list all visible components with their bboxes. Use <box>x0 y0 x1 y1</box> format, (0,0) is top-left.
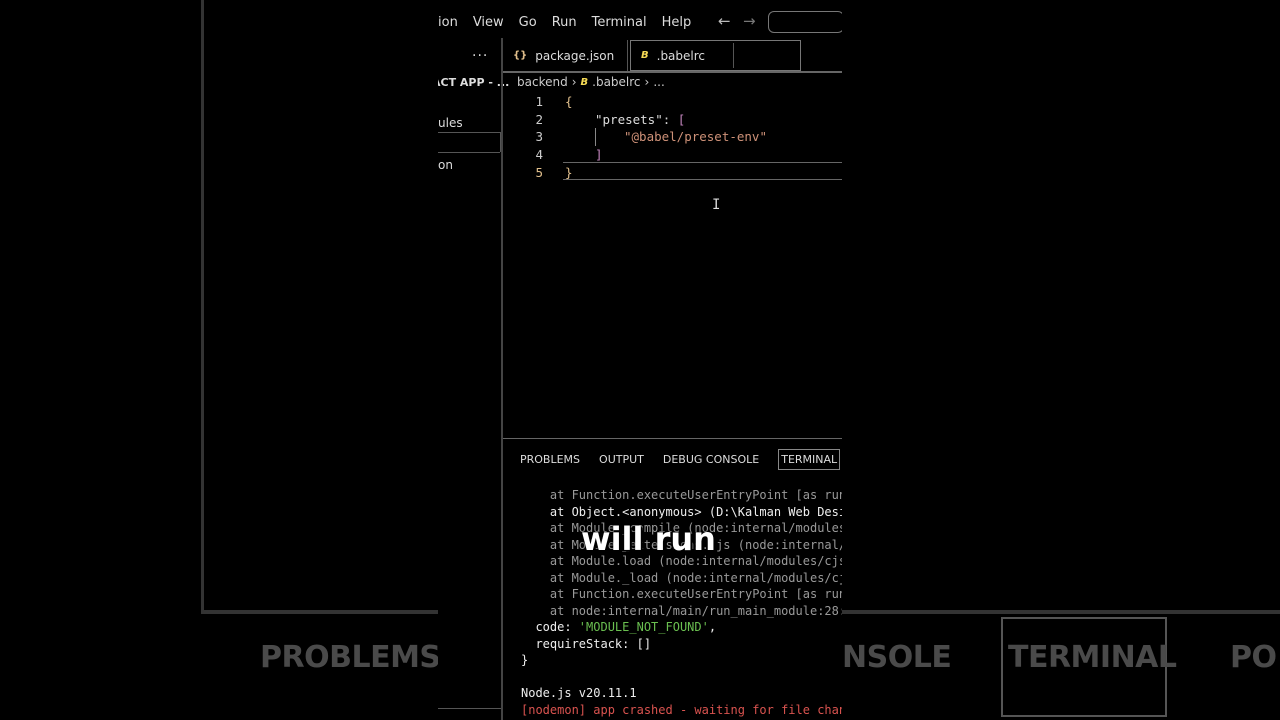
terminal-code-label: code: <box>521 620 579 634</box>
code-line-4: ] <box>595 147 603 162</box>
babel-icon: B <box>641 50 649 61</box>
arrow-right-icon[interactable]: → <box>743 12 756 30</box>
code-line-1: { <box>565 94 573 109</box>
terminal-require-stack: requireStack: [] <box>521 636 652 651</box>
tab-debug-console[interactable]: DEBUG CONSOLE <box>663 453 759 466</box>
tab-package-json[interactable]: {} package.json <box>513 40 614 71</box>
bg-po-label: PO <box>1230 640 1277 675</box>
tab-problems[interactable]: PROBLEMS <box>520 453 580 466</box>
breadcrumb: backend › B .babelrc › ... <box>517 74 669 90</box>
breadcrumb-folder[interactable]: backend <box>517 75 568 89</box>
bg-divider <box>201 0 204 612</box>
line-number: 5 <box>535 165 543 180</box>
panel-tabs: PROBLEMS OUTPUT DEBUG CONSOLE TERMINAL P… <box>520 447 842 471</box>
explorer-item-package-json[interactable]: on <box>438 158 453 172</box>
terminal-close-brace: } <box>521 653 529 667</box>
explorer-sidebar: ··· ACT APP - ... ules on <box>438 44 509 720</box>
terminal-line: at Object.<anonymous> (D:\Kalman Web Des… <box>521 504 842 519</box>
line-number: 3 <box>535 129 543 144</box>
command-center-input[interactable] <box>768 11 842 33</box>
breadcrumb-file[interactable]: .babelrc <box>592 75 640 89</box>
babel-icon: B <box>580 76 589 88</box>
code-editor[interactable]: 1 2 3 4 5 { "presets": [ "@babel/preset-… <box>503 92 842 438</box>
project-title[interactable]: ACT APP - ... <box>438 76 509 89</box>
line-number: 4 <box>535 147 543 162</box>
selection-outline <box>438 152 500 153</box>
tab-label: package.json <box>535 48 615 63</box>
tab-output[interactable]: OUTPUT <box>599 453 644 466</box>
bg-terminal-label: TERMINAL <box>1008 640 1177 675</box>
selection-outline <box>438 132 500 133</box>
text-cursor-icon: I <box>712 197 721 213</box>
json-colon: : <box>662 112 678 127</box>
json-key: "presets" <box>595 112 663 127</box>
editor-tabs: {} package.json B .babelrc ✕ <box>503 40 842 72</box>
code-line-5: } <box>565 165 573 180</box>
tab-babelrc[interactable]: B .babelrc ✕ <box>630 40 801 71</box>
menu-go[interactable]: Go <box>519 15 537 30</box>
explorer-item-node-modules[interactable]: ules <box>438 116 463 130</box>
code-line-3: "@babel/preset-env" <box>624 129 767 144</box>
chevron-right-icon: › <box>571 75 577 89</box>
line-number: 2 <box>535 112 543 127</box>
menu-view[interactable]: View <box>473 15 504 30</box>
breadcrumb-symbols[interactable]: ... <box>653 75 664 89</box>
tab-divider <box>733 43 734 68</box>
sidebar-divider <box>438 708 501 709</box>
tab-label: .babelrc <box>656 48 706 63</box>
current-line-highlight <box>563 162 842 180</box>
tab-terminal[interactable]: TERMINAL <box>778 448 841 470</box>
terminal-code-value: 'MODULE_NOT_FOUND' <box>578 620 709 634</box>
terminal-nodemon-message: [nodemon] app crashed - waiting for file… <box>521 702 842 717</box>
menu-help[interactable]: Help <box>662 15 692 30</box>
vscode-window: ion View Go Run Terminal Help ← → ··· AC… <box>438 0 842 720</box>
line-number: 1 <box>535 94 543 109</box>
tabs-divider <box>503 71 842 73</box>
more-actions-icon[interactable]: ··· <box>472 48 488 64</box>
tab-separator <box>627 40 628 71</box>
terminal-line: at Function.executeUserEntryPoint [as ru… <box>521 488 842 502</box>
menu-selection[interactable]: ion <box>438 15 458 30</box>
indent-guide <box>595 128 596 146</box>
terminal-node-version: Node.js v20.11.1 <box>521 686 637 700</box>
terminal-line: at Module._load (node:internal/modules/c… <box>521 570 842 585</box>
video-caption: will run <box>581 520 716 558</box>
bottom-panel: PROBLEMS OUTPUT DEBUG CONSOLE TERMINAL P… <box>503 438 842 720</box>
bg-divider <box>201 610 441 614</box>
bg-console-label: NSOLE <box>842 640 952 675</box>
json-bracket: [ <box>677 112 686 127</box>
menu-terminal[interactable]: Terminal <box>592 15 647 30</box>
terminal-line: at Function.executeUserEntryPoint [as ru… <box>521 587 842 601</box>
code-line-2: "presets": [ <box>595 112 685 127</box>
chevron-right-icon: › <box>644 75 650 89</box>
bg-divider <box>842 610 1280 614</box>
bg-problems-label: PROBLEMS <box>260 640 441 675</box>
menu-run[interactable]: Run <box>552 15 577 30</box>
arrow-left-icon[interactable]: ← <box>718 12 731 30</box>
json-icon: {} <box>513 50 528 61</box>
terminal-line: at node:internal/main/run_main_module:28… <box>521 603 842 618</box>
terminal-comma: , <box>708 620 717 634</box>
